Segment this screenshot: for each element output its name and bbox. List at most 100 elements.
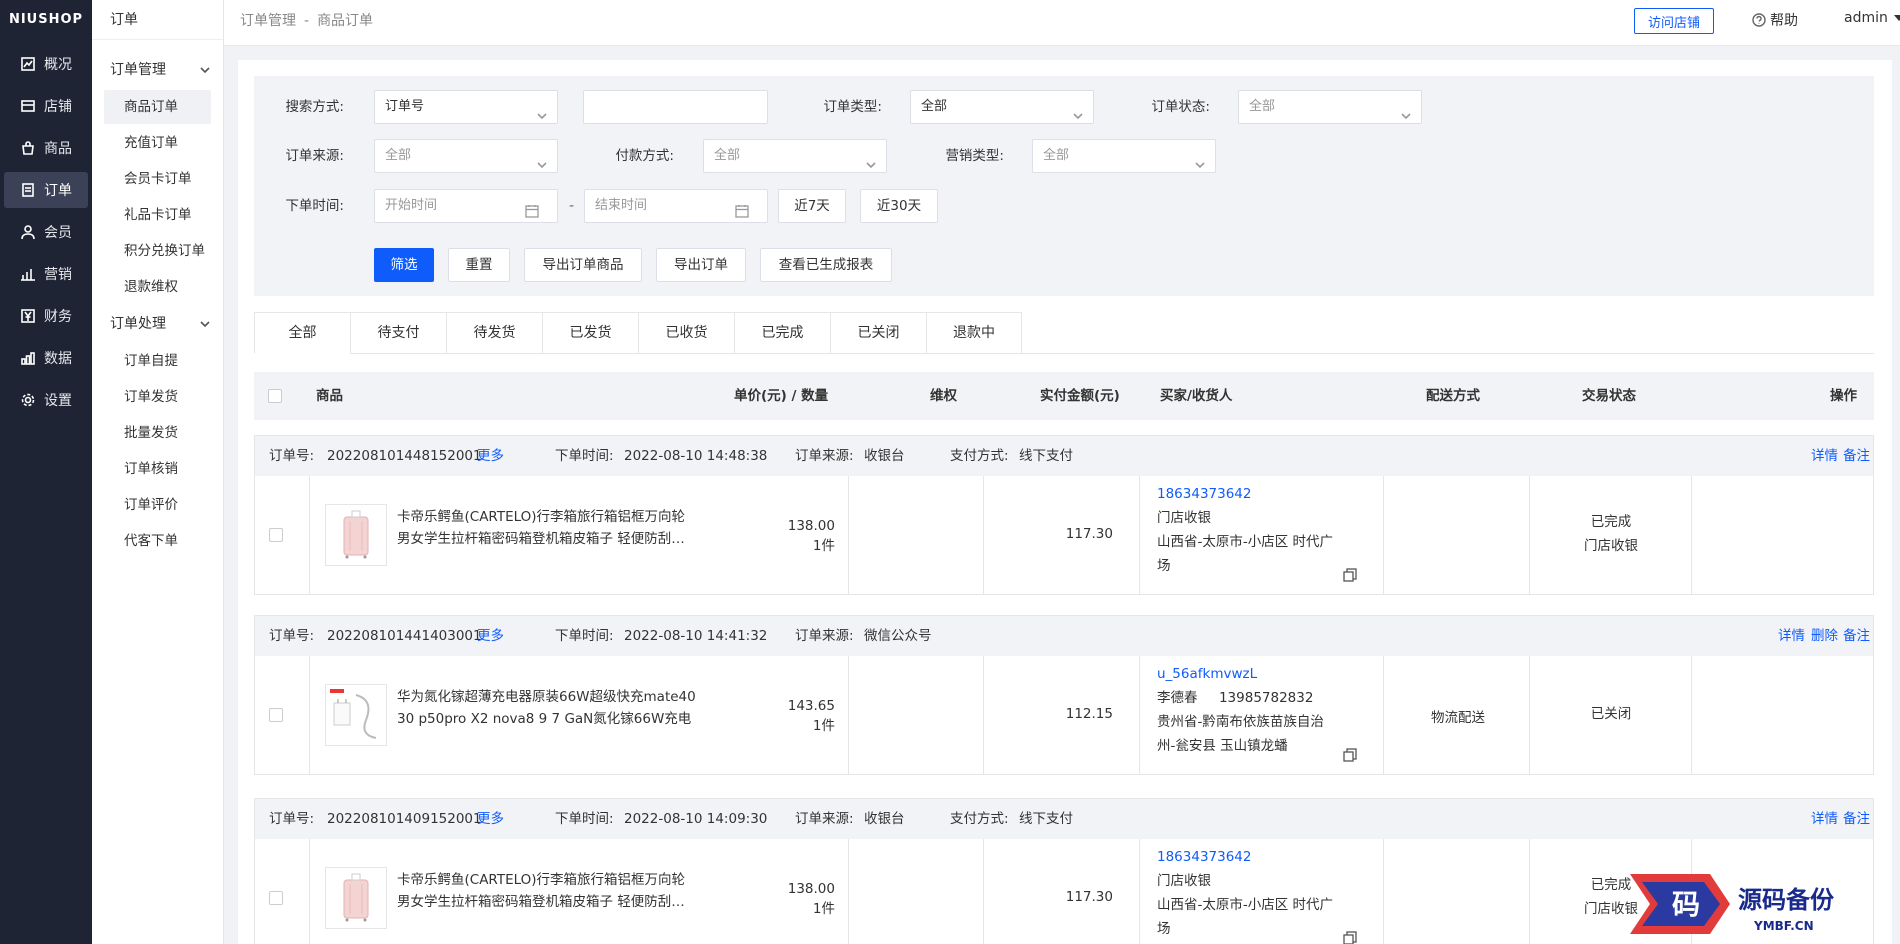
goods-image xyxy=(325,504,387,566)
subnav-item-card-order[interactable]: 会员卡订单 xyxy=(104,162,211,196)
order-source: 收银台 xyxy=(864,448,905,464)
help-link[interactable]: 帮助 xyxy=(1752,10,1798,30)
remark-link[interactable]: 备注 xyxy=(1843,799,1870,839)
detail-link[interactable]: 详情 xyxy=(1811,436,1838,476)
nav-item-marketing[interactable]: 营销 xyxy=(4,256,88,292)
last-30-days-button[interactable]: 近30天 xyxy=(860,189,938,223)
table-header: 商品 单价(元) / 数量 维权 实付金额(元) 买家/收货人 配送方式 交易状… xyxy=(254,372,1874,420)
order-type-select[interactable]: 全部 xyxy=(910,90,1094,124)
order-no: 202208101441403001 xyxy=(327,628,482,644)
breadcrumb-item[interactable]: 订单管理 xyxy=(240,13,296,29)
pay-method-select[interactable]: 全部 xyxy=(703,139,887,173)
filter-button[interactable]: 筛选 xyxy=(374,248,434,282)
detail-link[interactable]: 详情 xyxy=(1811,799,1838,839)
subnav-item-proxy-order[interactable]: 代客下单 xyxy=(104,524,211,558)
watermark-title: 源码备份 xyxy=(1738,886,1835,914)
subnav-item-ship[interactable]: 订单发货 xyxy=(104,380,211,414)
order-row: 卡帝乐鳄鱼(CARTELO)行李箱旅行箱铝框万向轮 男女学生拉杆箱密码箱登机箱皮… xyxy=(255,476,1873,594)
subnav-item-refund[interactable]: 退款维权 xyxy=(104,270,211,304)
tab-closed[interactable]: 已关闭 xyxy=(830,312,926,354)
tab-pending-ship[interactable]: 待发货 xyxy=(446,312,542,354)
buyer-link[interactable]: 18634373642 xyxy=(1157,482,1333,506)
col-goods: 商品 xyxy=(316,388,343,404)
order-source-label: 订单来源: xyxy=(795,628,854,644)
pay-method: 线下支付 xyxy=(1019,811,1073,827)
search-input[interactable] xyxy=(583,90,768,124)
tab-received[interactable]: 已收货 xyxy=(638,312,734,354)
reset-button[interactable]: 重置 xyxy=(448,248,510,282)
subnav-item-batch-ship[interactable]: 批量发货 xyxy=(104,416,211,450)
more-link[interactable]: 更多 xyxy=(477,436,504,476)
order-header: 订单号: 202208101448152001 更多 下单时间: 2022-08… xyxy=(255,436,1873,476)
visit-store-button[interactable]: 访问店铺 xyxy=(1634,8,1714,34)
goods-name[interactable]: 卡帝乐鳄鱼(CARTELO)行李箱旅行箱铝框万向轮 男女学生拉杆箱密码箱登机箱皮… xyxy=(397,869,707,913)
tab-all[interactable]: 全部 xyxy=(254,312,350,354)
end-time-input[interactable]: 结束时间 xyxy=(584,189,768,223)
buyer-link[interactable]: u_56afkmvwzL xyxy=(1157,662,1324,686)
copy-icon[interactable] xyxy=(1343,931,1357,944)
nav-item-settings[interactable]: 设置 xyxy=(4,382,88,418)
more-link[interactable]: 更多 xyxy=(477,799,504,839)
subnav-item-point-order[interactable]: 积分兑换订单 xyxy=(104,234,211,268)
nav-item-finance[interactable]: 财务 xyxy=(4,298,88,334)
buyer-info: 18634373642 门店收银 山西省-太原市-小店区 时代广 场 xyxy=(1157,845,1333,941)
nav-item-goods[interactable]: 商品 xyxy=(4,130,88,166)
remark-link[interactable]: 备注 xyxy=(1843,436,1870,476)
delete-link[interactable]: 删除 xyxy=(1811,616,1838,656)
search-mode-select[interactable]: 订单号 xyxy=(374,90,558,124)
paid-amount: 117.30 xyxy=(1065,889,1113,905)
tab-pending-pay[interactable]: 待支付 xyxy=(350,312,446,354)
copy-icon[interactable] xyxy=(1343,748,1357,762)
last-7-days-button[interactable]: 近7天 xyxy=(778,189,846,223)
subnav-item-goods-order[interactable]: 商品订单 xyxy=(104,90,211,124)
group-order-process[interactable]: 订单处理 xyxy=(92,306,223,342)
nav-item-data[interactable]: 数据 xyxy=(4,340,88,376)
subnav-item-pickup[interactable]: 订单自提 xyxy=(104,344,211,378)
calendar-icon xyxy=(735,205,749,218)
more-link[interactable]: 更多 xyxy=(477,616,504,656)
status-tabs: 全部 待支付 待发货 已发货 已收货 已完成 已关闭 退款中 xyxy=(254,312,1874,354)
user-menu[interactable]: admin xyxy=(1844,10,1900,26)
buyer-link[interactable]: 18634373642 xyxy=(1157,845,1333,869)
order-no-label: 订单号: xyxy=(269,628,315,644)
row-checkbox[interactable] xyxy=(269,708,283,722)
order-header: 订单号: 202208101409152001 更多 下单时间: 2022-08… xyxy=(255,799,1873,839)
goods-name[interactable]: 华为氮化镓超薄充电器原装66W超级快充mate40 30 p50pro X2 n… xyxy=(397,686,707,730)
gear-icon xyxy=(21,393,35,407)
breadcrumb-item: 商品订单 xyxy=(317,13,374,29)
detail-link[interactable]: 详情 xyxy=(1778,616,1805,656)
order-status-select[interactable]: 全部 xyxy=(1238,90,1422,124)
tab-completed[interactable]: 已完成 xyxy=(734,312,830,354)
order-icon xyxy=(22,183,34,197)
order-source-label: 订单来源: xyxy=(795,448,854,464)
delivery-method: 物流配送 xyxy=(1431,710,1485,726)
row-checkbox[interactable] xyxy=(269,528,283,542)
subnav-item-review[interactable]: 订单评价 xyxy=(104,488,211,522)
goods-name[interactable]: 卡帝乐鳄鱼(CARTELO)行李箱旅行箱铝框万向轮 男女学生拉杆箱密码箱登机箱皮… xyxy=(397,506,707,550)
start-time-input[interactable]: 开始时间 xyxy=(374,189,558,223)
tab-refunding[interactable]: 退款中 xyxy=(926,312,1022,354)
row-checkbox[interactable] xyxy=(269,891,283,905)
order-card: 订单号: 202208101448152001 更多 下单时间: 2022-08… xyxy=(254,435,1874,595)
chevron-down-icon xyxy=(537,162,547,169)
goods-image xyxy=(325,867,387,929)
nav-item-store[interactable]: 店铺 xyxy=(4,88,88,124)
export-order-button[interactable]: 导出订单 xyxy=(656,248,746,282)
subnav-item-verify[interactable]: 订单核销 xyxy=(104,452,211,486)
group-order-manage[interactable]: 订单管理 xyxy=(92,52,223,88)
store-icon xyxy=(21,100,35,112)
export-goods-button[interactable]: 导出订单商品 xyxy=(524,248,642,282)
nav-item-overview[interactable]: 概况 xyxy=(4,46,88,82)
subnav-item-recharge-order[interactable]: 充值订单 xyxy=(104,126,211,160)
order-source-select[interactable]: 全部 xyxy=(374,139,558,173)
subnav-item-gift-order[interactable]: 礼品卡订单 xyxy=(104,198,211,232)
remark-link[interactable]: 备注 xyxy=(1843,616,1870,656)
order-source-label: 订单来源: xyxy=(285,148,344,164)
copy-icon[interactable] xyxy=(1343,568,1357,582)
nav-item-order[interactable]: 订单 xyxy=(4,172,88,208)
view-report-button[interactable]: 查看已生成报表 xyxy=(760,248,892,282)
tab-shipped[interactable]: 已发货 xyxy=(542,312,638,354)
select-all-checkbox[interactable] xyxy=(268,389,282,403)
nav-item-member[interactable]: 会员 xyxy=(4,214,88,250)
promo-type-select[interactable]: 全部 xyxy=(1032,139,1216,173)
